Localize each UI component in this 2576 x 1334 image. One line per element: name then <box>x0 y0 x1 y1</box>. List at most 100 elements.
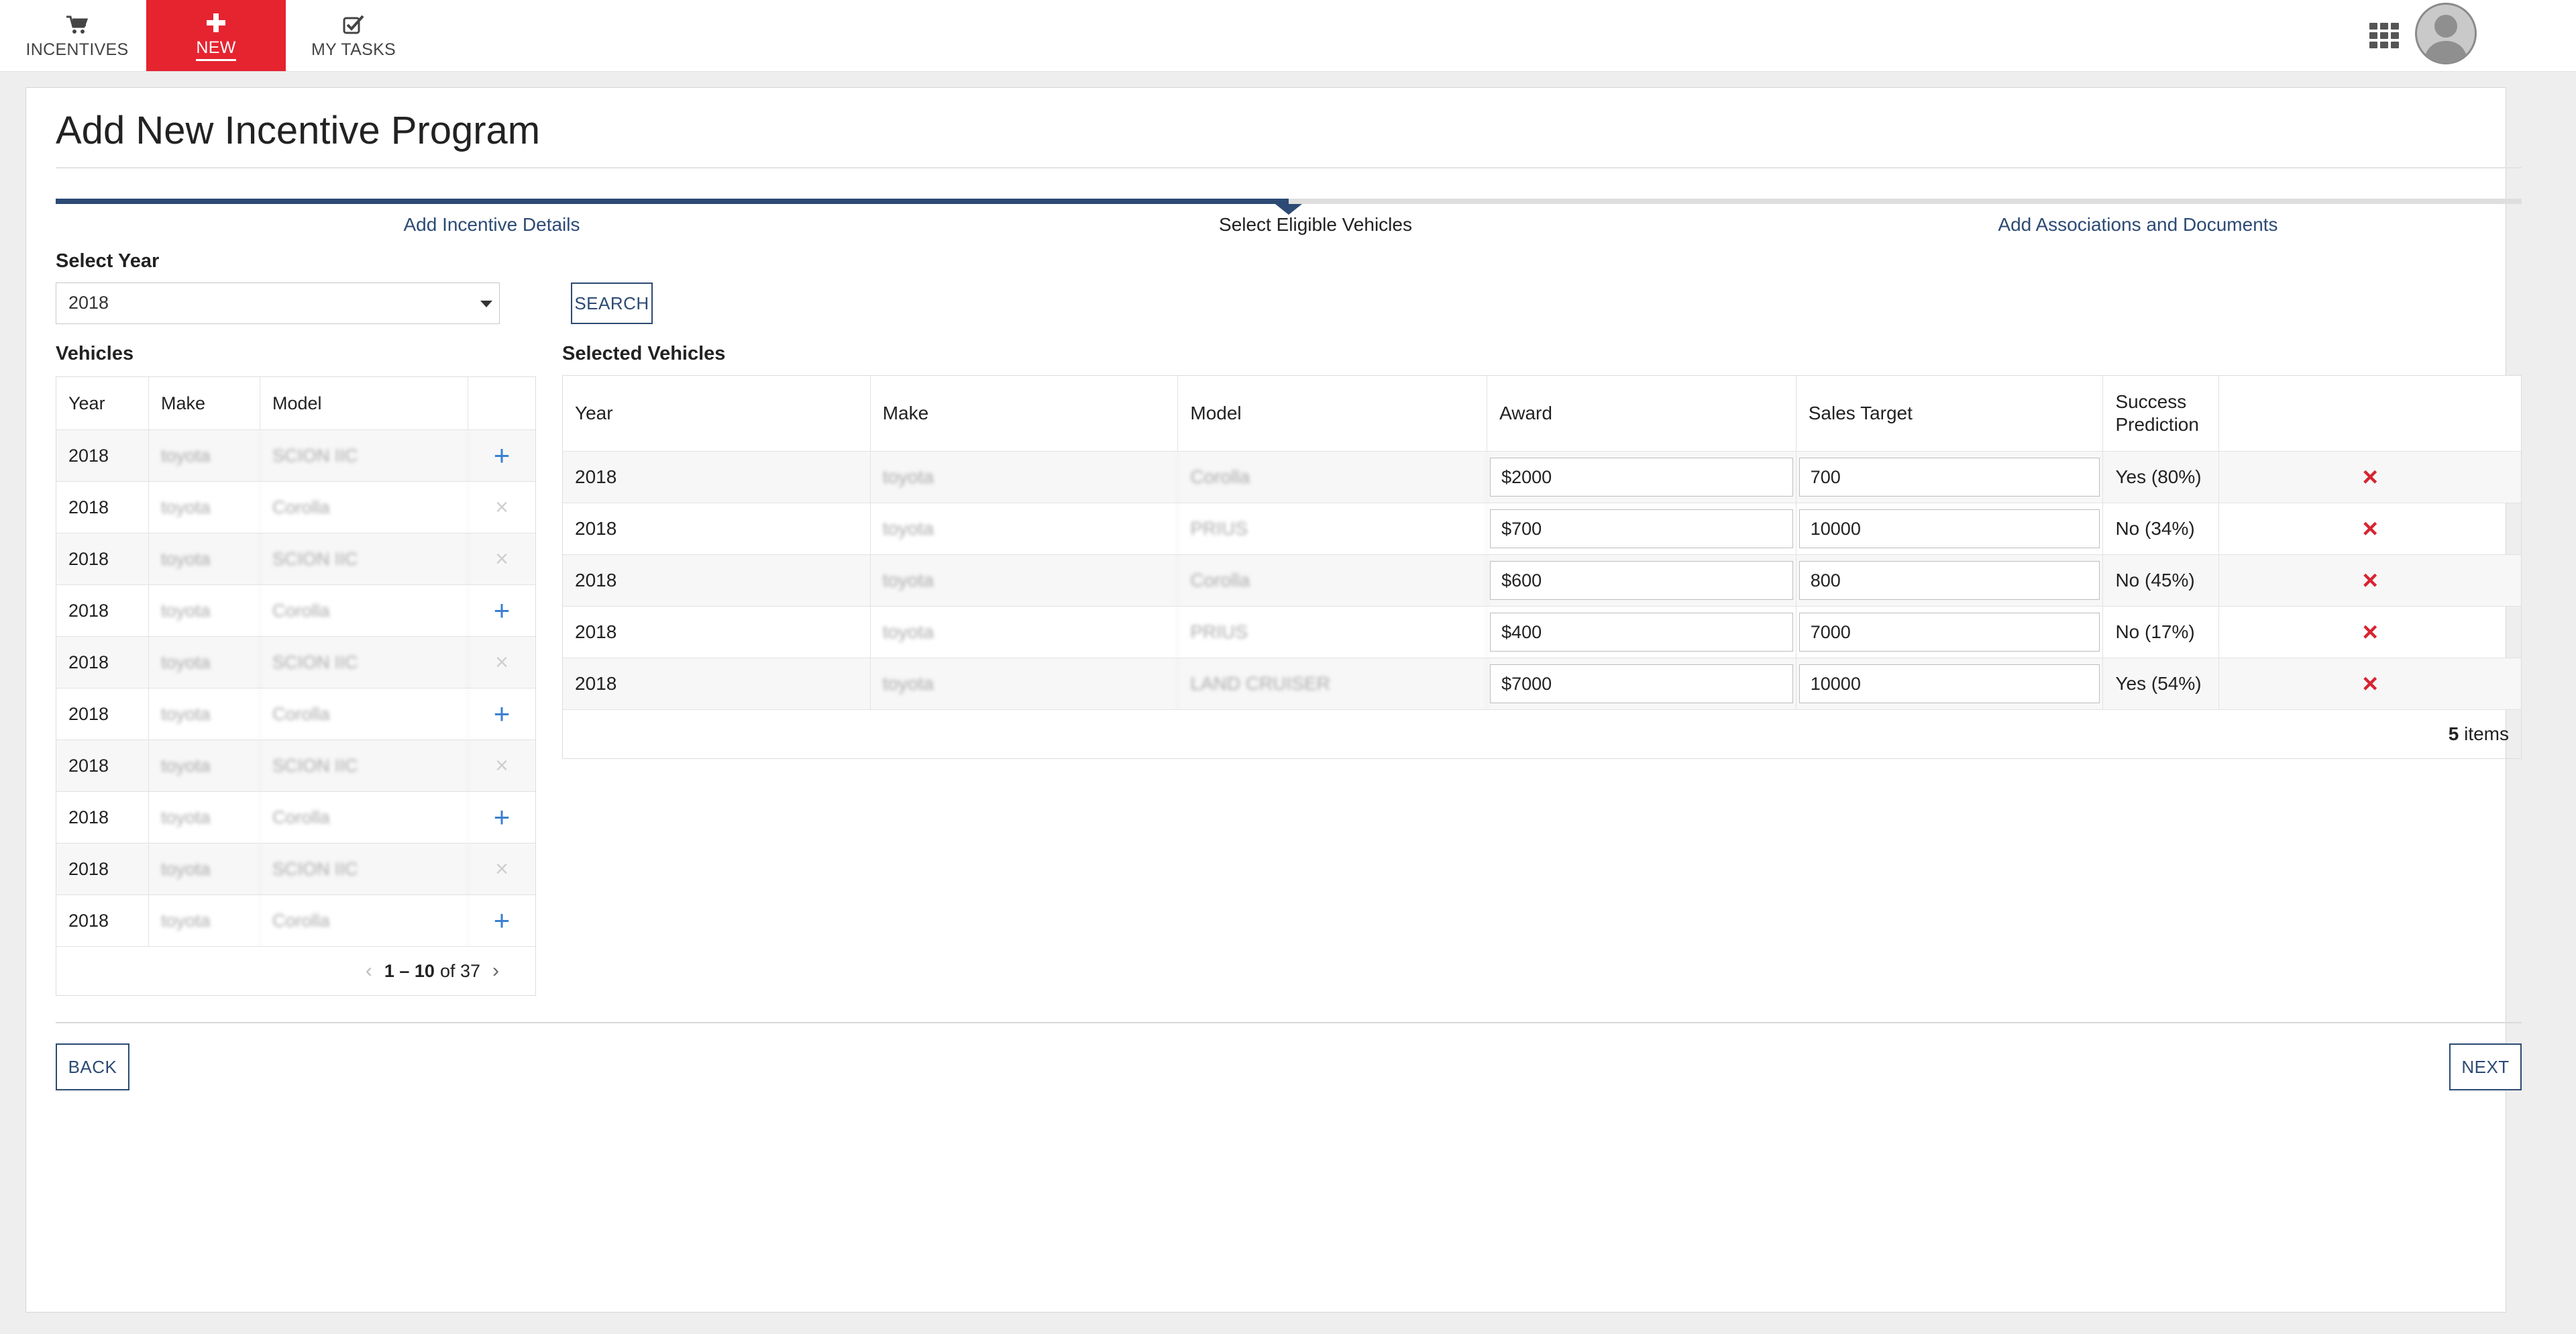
column-header-make[interactable]: Make <box>149 377 260 429</box>
cell-model: PRIUS <box>1178 607 1488 658</box>
cell-year: 2018 <box>563 555 871 606</box>
cell-model: Corolla <box>260 895 468 946</box>
add-vehicle-icon[interactable]: + <box>494 597 511 625</box>
award-input[interactable] <box>1490 561 1793 600</box>
column-header-make[interactable]: Make <box>871 376 1179 451</box>
cell-model: Corolla <box>260 688 468 739</box>
sales-target-input[interactable] <box>1799 561 2100 600</box>
award-input[interactable] <box>1490 613 1793 652</box>
cell-model: Corolla <box>260 792 468 843</box>
cell-model: SCION IIC <box>260 843 468 894</box>
step-select-eligible-vehicles[interactable]: Select Eligible Vehicles <box>879 214 1752 236</box>
column-header-remove <box>2219 376 2521 451</box>
pager-range: 1 – 10 <box>384 960 435 981</box>
cell-make: toyota <box>149 637 260 688</box>
cell-year: 2018 <box>56 740 149 791</box>
table-row: 2018 toyota SCION IIC × <box>56 533 535 584</box>
caret-down-icon <box>480 301 492 307</box>
cell-action: × <box>468 637 535 688</box>
add-vehicle-icon[interactable]: + <box>494 442 511 470</box>
disabled-close-icon: × <box>495 546 508 572</box>
cell-action: × <box>468 740 535 791</box>
nav-tab-new[interactable]: NEW <box>146 0 286 71</box>
cell-remove: × <box>2219 555 2521 606</box>
cell-make: toyota <box>149 430 260 481</box>
cell-success-prediction: No (45%) <box>2103 555 2220 606</box>
cell-year: 2018 <box>563 452 871 503</box>
award-input[interactable] <box>1490 509 1793 548</box>
cell-remove: × <box>2219 452 2521 503</box>
back-button[interactable]: BACK <box>56 1043 129 1090</box>
award-input[interactable] <box>1490 664 1793 703</box>
year-select-value: 2018 <box>68 293 109 313</box>
next-button[interactable]: NEXT <box>2449 1043 2522 1090</box>
sales-target-input[interactable] <box>1799 613 2100 652</box>
table-row: 2018 toyota Corolla + <box>56 791 535 843</box>
items-count-number: 5 <box>2448 723 2459 744</box>
avatar[interactable] <box>2415 3 2477 64</box>
year-select[interactable]: 2018 <box>56 283 500 324</box>
step-add-associations-documents[interactable]: Add Associations and Documents <box>1702 214 2574 236</box>
remove-vehicle-icon[interactable]: × <box>2362 619 2377 646</box>
cell-make: toyota <box>871 503 1179 554</box>
cell-year: 2018 <box>563 503 871 554</box>
nav-tab-incentives[interactable]: INCENTIVES <box>13 0 141 71</box>
table-row: 2018 toyota Corolla + <box>56 894 535 946</box>
disabled-close-icon: × <box>495 856 508 882</box>
column-header-model[interactable]: Model <box>260 377 468 429</box>
cell-make: toyota <box>871 452 1179 503</box>
column-header-sales-target[interactable]: Sales Target <box>1796 376 2104 451</box>
cell-make: toyota <box>149 843 260 894</box>
cell-remove: × <box>2219 658 2521 709</box>
column-header-action <box>468 377 535 429</box>
column-header-year[interactable]: Year <box>563 376 871 451</box>
cell-make: toyota <box>871 658 1179 709</box>
cell-make: toyota <box>149 688 260 739</box>
sales-target-input[interactable] <box>1799 664 2100 703</box>
cell-model: PRIUS <box>1178 503 1488 554</box>
add-vehicle-icon[interactable]: + <box>494 803 511 831</box>
page-title: Add New Incentive Program <box>56 109 541 152</box>
cell-award <box>1487 607 1796 658</box>
remove-vehicle-icon[interactable]: × <box>2362 515 2377 542</box>
remove-vehicle-icon[interactable]: × <box>2362 567 2377 594</box>
cell-year: 2018 <box>56 585 149 636</box>
cell-model: LAND CRUISER <box>1178 658 1488 709</box>
award-input[interactable] <box>1490 458 1793 497</box>
cell-award <box>1487 555 1796 606</box>
sales-target-input[interactable] <box>1799 458 2100 497</box>
cell-model: Corolla <box>1178 452 1488 503</box>
table-row: 2018 toyota Corolla No (45%) × <box>563 554 2521 606</box>
table-row: 2018 toyota Corolla × <box>56 481 535 533</box>
select-year-label: Select Year <box>56 250 160 272</box>
nav-tab-my-tasks[interactable]: MY TASKS <box>291 0 416 71</box>
column-header-year[interactable]: Year <box>56 377 149 429</box>
cell-make: toyota <box>149 792 260 843</box>
step-add-incentive-details[interactable]: Add Incentive Details <box>56 214 928 236</box>
chevron-left-icon[interactable]: ‹ <box>366 960 372 982</box>
add-vehicle-icon[interactable]: + <box>494 907 511 935</box>
sales-target-input[interactable] <box>1799 509 2100 548</box>
search-button[interactable]: SEARCH <box>571 283 653 324</box>
column-header-success-prediction[interactable]: Success Prediction <box>2103 376 2220 451</box>
divider <box>56 167 2522 168</box>
add-vehicle-icon[interactable]: + <box>494 700 511 728</box>
apps-grid-icon[interactable] <box>2369 23 2399 48</box>
nav-tab-label: INCENTIVES <box>25 40 129 59</box>
cell-year: 2018 <box>56 688 149 739</box>
column-header-award[interactable]: Award <box>1487 376 1796 451</box>
remove-vehicle-icon[interactable]: × <box>2362 670 2377 697</box>
selected-vehicles-title: Selected Vehicles <box>562 343 726 364</box>
column-header-model[interactable]: Model <box>1178 376 1488 451</box>
cell-make: toyota <box>149 740 260 791</box>
remove-vehicle-icon[interactable]: × <box>2362 464 2377 491</box>
chevron-right-icon[interactable]: › <box>492 960 499 982</box>
cell-model: SCION IIC <box>260 430 468 481</box>
cell-make: toyota <box>149 482 260 533</box>
cell-action: × <box>468 533 535 584</box>
cell-year: 2018 <box>56 637 149 688</box>
cell-remove: × <box>2219 607 2521 658</box>
table-row: 2018 toyota PRIUS No (34%) × <box>563 503 2521 554</box>
selected-vehicles-table: Year Make Model Award Sales Target Succe… <box>562 375 2522 759</box>
table-row: 2018 toyota SCION IIC × <box>56 739 535 791</box>
